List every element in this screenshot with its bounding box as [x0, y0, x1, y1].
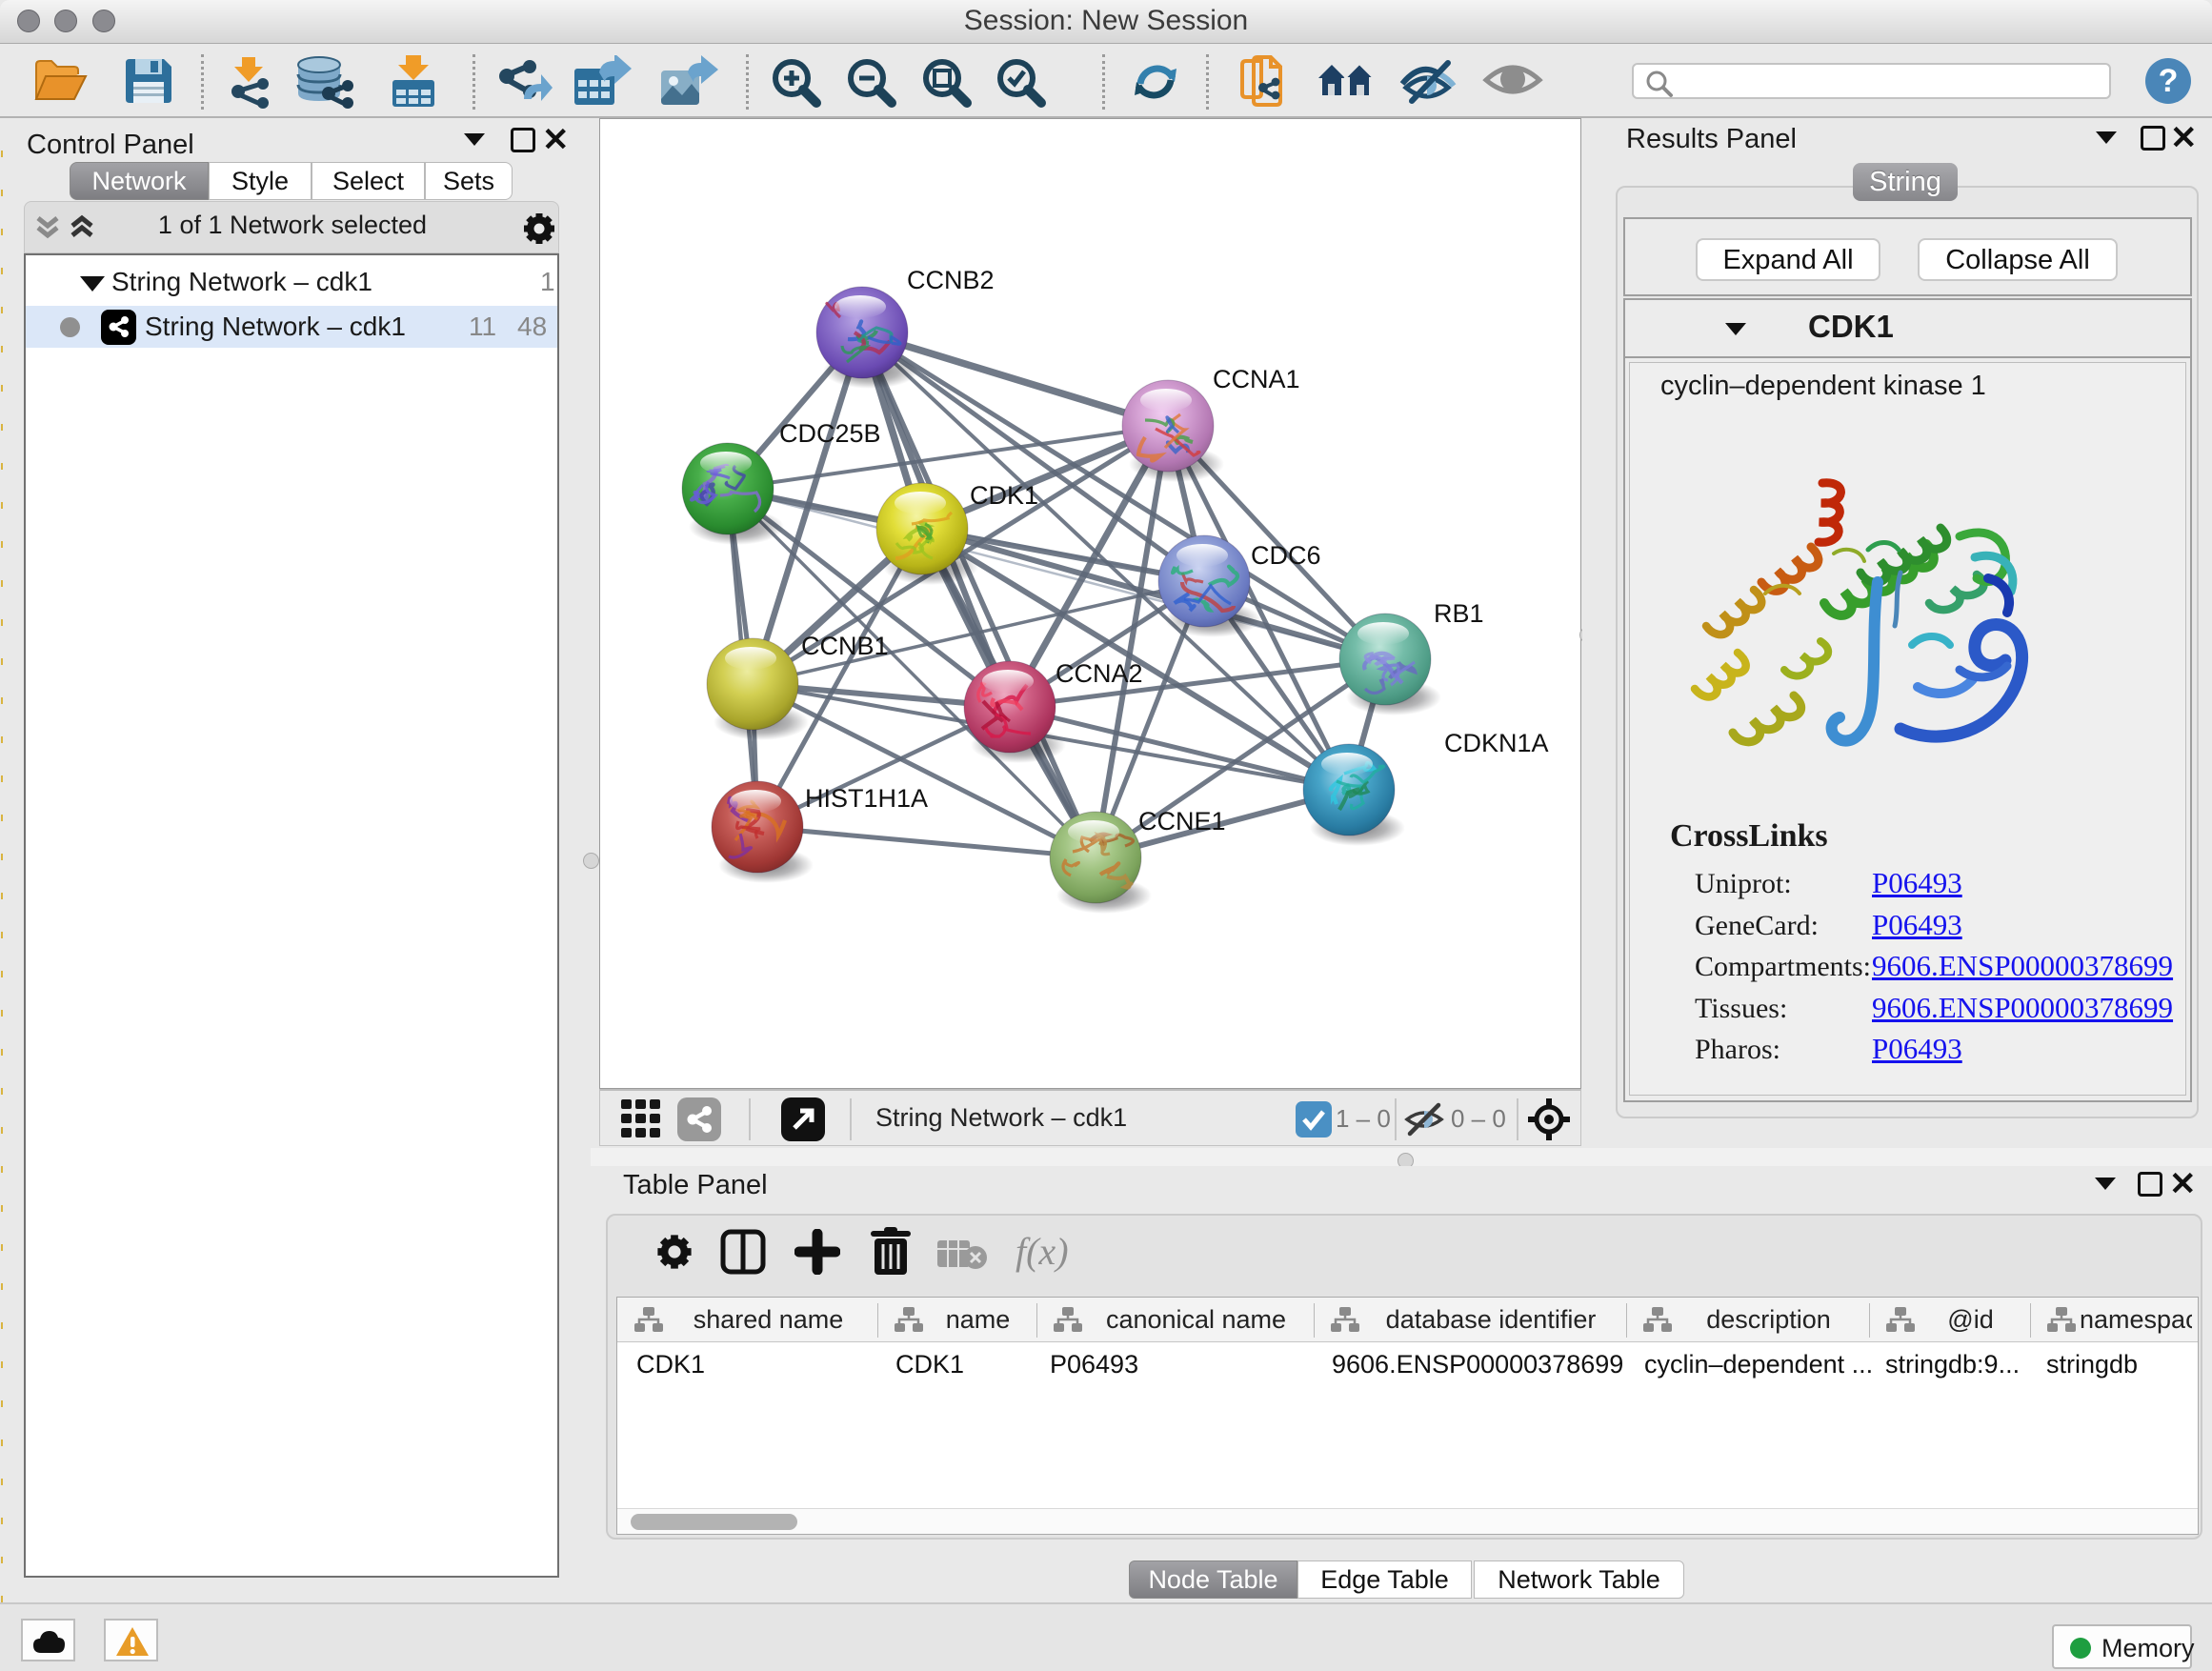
- svg-text:CCNA1: CCNA1: [1213, 365, 1300, 393]
- svg-text:CCNA2: CCNA2: [1056, 659, 1143, 688]
- svg-text:CCNB2: CCNB2: [907, 266, 995, 294]
- svg-text:CDC25B: CDC25B: [779, 419, 881, 448]
- svg-text:CDC6: CDC6: [1251, 541, 1321, 570]
- svg-text:RB1: RB1: [1434, 599, 1484, 628]
- svg-text:CCNE1: CCNE1: [1138, 807, 1226, 836]
- svg-text:HIST1H1A: HIST1H1A: [805, 784, 928, 813]
- svg-text:CCNB1: CCNB1: [801, 632, 889, 660]
- svg-text:CDKN1A: CDKN1A: [1444, 729, 1549, 757]
- svg-text:CDK1: CDK1: [970, 481, 1038, 510]
